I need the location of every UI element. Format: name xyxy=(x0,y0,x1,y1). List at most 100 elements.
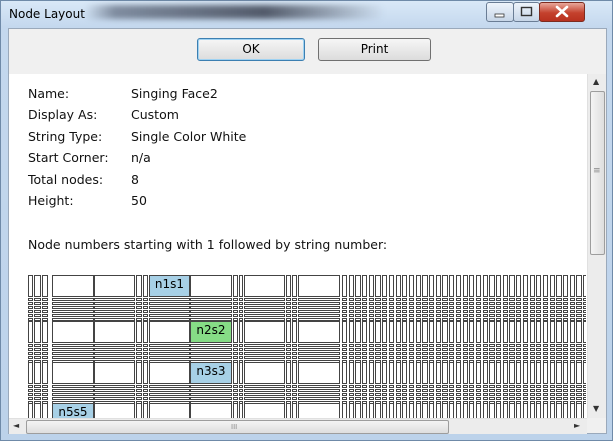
scroll-right-icon[interactable]: ► xyxy=(574,421,580,431)
grid-cell xyxy=(429,356,434,359)
grid-cell xyxy=(550,348,555,351)
grid-cell xyxy=(34,385,41,388)
grid-cell xyxy=(536,314,541,317)
grid-cell xyxy=(34,389,41,392)
grid-cell xyxy=(28,385,33,388)
grid-cell xyxy=(190,298,232,301)
title-bar[interactable]: Node Layout xyxy=(1,1,612,27)
print-button[interactable]: Print xyxy=(318,38,431,61)
grid-cell xyxy=(244,314,285,317)
grid-cell xyxy=(570,321,575,343)
grid-cell xyxy=(239,314,243,317)
grid-cell xyxy=(355,275,361,297)
grid-cell xyxy=(136,306,142,309)
grid-cell xyxy=(543,344,548,347)
grid-cell xyxy=(550,275,555,297)
grid-cell xyxy=(563,397,568,400)
grid-cell xyxy=(583,389,586,392)
grid-cell xyxy=(550,360,555,363)
grid-cell xyxy=(355,302,361,305)
grid-cell xyxy=(509,356,515,359)
grid-cell xyxy=(396,360,401,363)
grid-cell xyxy=(362,275,367,297)
grid-cell xyxy=(409,389,414,392)
grid-cell xyxy=(489,401,495,404)
grid-cell xyxy=(550,321,555,343)
grid-cell xyxy=(362,362,367,384)
horizontal-scroll-thumb[interactable]: III xyxy=(26,420,449,434)
grid-cell xyxy=(576,389,582,392)
grid-cell xyxy=(149,344,190,347)
grid-cell xyxy=(483,275,488,297)
grid-cell xyxy=(233,397,238,400)
maximize-button[interactable] xyxy=(513,2,540,22)
close-button[interactable] xyxy=(539,2,585,22)
grid-cell xyxy=(442,275,448,297)
grid-cell xyxy=(463,348,468,351)
grid-cell xyxy=(496,310,501,313)
grid-cell xyxy=(483,385,488,388)
grid-cell xyxy=(523,356,528,359)
grid-cell xyxy=(369,321,374,343)
grid-cell xyxy=(416,401,421,404)
grid-cell xyxy=(469,348,474,351)
grid-cell xyxy=(34,306,41,309)
grid-cell xyxy=(530,397,535,400)
grid-cell xyxy=(489,356,495,359)
grid-cell xyxy=(349,298,354,301)
vertical-scroll-thumb[interactable]: ≡ xyxy=(590,91,605,255)
grid-cell xyxy=(52,314,94,317)
grid-cell xyxy=(496,306,501,309)
grid-cell xyxy=(422,302,428,305)
grid-cell xyxy=(442,362,448,384)
grid-cell xyxy=(136,393,142,396)
grid-cell xyxy=(143,352,148,355)
grid-cell xyxy=(489,298,495,301)
grid-cell xyxy=(34,403,41,418)
grid-cell xyxy=(28,356,33,359)
grid-cell xyxy=(536,389,541,392)
grid-cell xyxy=(298,348,340,351)
scroll-up-icon[interactable]: ▲ xyxy=(593,77,599,87)
grid-cell xyxy=(42,352,48,355)
grid-cell xyxy=(402,318,407,321)
grid-cell xyxy=(94,298,135,301)
grid-cell xyxy=(362,314,367,317)
grid-cell xyxy=(136,275,142,297)
grid-cell xyxy=(28,344,33,347)
grid-cell xyxy=(190,306,232,309)
grid-cell xyxy=(416,321,421,343)
grid-cell xyxy=(416,393,421,396)
vertical-scrollbar[interactable]: ▲ ≡ ▼ xyxy=(587,74,606,418)
grid-cell xyxy=(436,306,441,309)
grid-cell xyxy=(416,298,421,301)
grid-cell xyxy=(442,298,448,301)
grid-cell xyxy=(94,401,135,404)
grid-cell xyxy=(516,360,521,363)
grid-cell xyxy=(469,362,474,384)
grid-cell xyxy=(436,298,441,301)
grid-cell xyxy=(94,356,135,359)
scroll-down-icon[interactable]: ▼ xyxy=(593,404,599,414)
horizontal-scrollbar[interactable]: ◄ III ► xyxy=(9,418,587,434)
grid-cell xyxy=(409,385,414,388)
grid-cell xyxy=(149,348,190,351)
grid-cell xyxy=(442,318,448,321)
ok-button[interactable]: OK xyxy=(197,38,305,61)
grid-cell xyxy=(483,362,488,384)
grid-cell xyxy=(239,385,243,388)
grid-cell xyxy=(382,306,387,309)
grid-cell xyxy=(422,306,428,309)
grid-cell xyxy=(536,360,541,363)
grid-cell xyxy=(369,393,374,396)
grid-cell xyxy=(503,397,508,400)
grid-cell xyxy=(369,306,374,309)
grid-cell xyxy=(416,356,421,359)
grid-cell xyxy=(94,385,135,388)
grid-cell xyxy=(342,389,347,392)
minimize-button[interactable] xyxy=(486,2,514,22)
grid-cell xyxy=(556,352,562,355)
scroll-left-icon[interactable]: ◄ xyxy=(13,421,19,431)
grid-cell xyxy=(375,401,381,404)
grid-cell xyxy=(233,401,238,404)
